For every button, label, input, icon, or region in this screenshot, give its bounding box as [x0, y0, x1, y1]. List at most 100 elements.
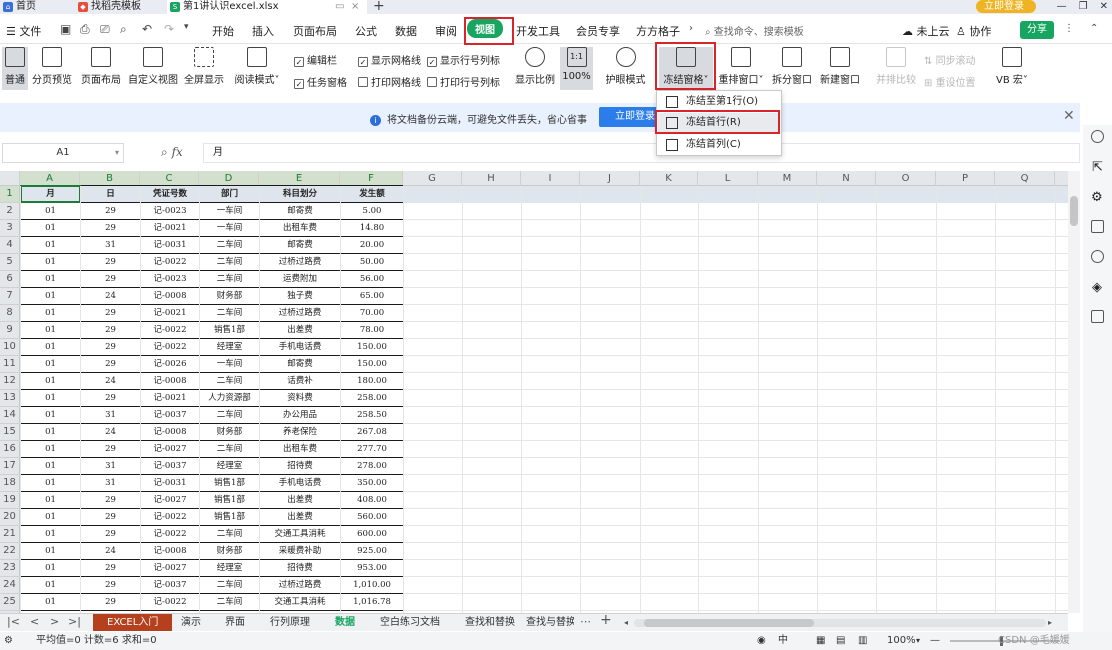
horizontal-scroll-thumb[interactable]: [644, 619, 814, 627]
menu-developer[interactable]: 开发工具: [516, 23, 560, 39]
row-header-7[interactable]: 7: [0, 288, 20, 305]
check-print-headers[interactable]: 打印行号列标: [427, 74, 500, 89]
table-cell[interactable]: 01: [21, 305, 80, 322]
rocket-icon[interactable]: [1091, 130, 1104, 143]
row-header-23[interactable]: 23: [0, 560, 20, 577]
table-cell[interactable]: 二车间: [200, 577, 259, 594]
page-layout-status-icon[interactable]: ▤: [836, 632, 845, 650]
zoom-search-icon[interactable]: ⌕: [161, 145, 168, 159]
table-cell[interactable]: 二车间: [200, 373, 259, 390]
table-cell[interactable]: 31: [81, 237, 140, 254]
table-cell[interactable]: 交通工具消耗: [260, 594, 340, 611]
header-cell[interactable]: 部门: [200, 186, 259, 203]
minimize-icon[interactable]: —: [1057, 1, 1067, 12]
table-cell[interactable]: 29: [81, 339, 140, 356]
column-header-M[interactable]: M: [758, 171, 817, 186]
normal-view-button[interactable]: 普通: [2, 47, 28, 90]
table-cell[interactable]: 二车间: [200, 271, 259, 288]
table-cell[interactable]: 01: [21, 543, 80, 560]
table-cell[interactable]: 过桥过路费: [260, 305, 340, 322]
table-cell[interactable]: 01: [21, 407, 80, 424]
freeze-to-row1-item[interactable]: 冻结至第1行(O): [658, 92, 780, 112]
table-cell[interactable]: 150.00: [341, 356, 403, 373]
table-cell[interactable]: 记-0037: [141, 458, 199, 475]
table-cell[interactable]: 01: [21, 526, 80, 543]
doc-tab-templates[interactable]: ◆ 找稻壳模板: [75, 0, 167, 14]
eye-protection-button[interactable]: 护眼模式: [603, 47, 648, 86]
page-layout-button[interactable]: 页面布局: [80, 47, 122, 86]
menu-insert[interactable]: 插入: [252, 23, 274, 39]
table-cell[interactable]: 01: [21, 577, 80, 594]
hscroll-left-icon[interactable]: ◂: [624, 618, 628, 627]
table-cell[interactable]: 01: [21, 220, 80, 237]
row-header-13[interactable]: 13: [0, 390, 20, 407]
table-cell[interactable]: 01: [21, 373, 80, 390]
table-cell[interactable]: 采暖费补助: [260, 543, 340, 560]
table-cell[interactable]: 29: [81, 254, 140, 271]
table-cell[interactable]: 408.00: [341, 492, 403, 509]
next-sheet-icon[interactable]: >: [50, 615, 59, 628]
page-break-preview-button[interactable]: 分页预览: [31, 47, 73, 86]
page-break-status-icon[interactable]: ▥: [858, 632, 867, 650]
table-cell[interactable]: 记-0026: [141, 356, 199, 373]
row-header-1[interactable]: 1: [0, 186, 20, 203]
menu-review[interactable]: 审阅: [435, 23, 457, 39]
sheet-tab-blank[interactable]: 空白练习文档: [380, 614, 440, 631]
zoom-level[interactable]: 100%: [887, 632, 916, 650]
table-cell[interactable]: 过桥过路费: [260, 254, 340, 271]
pin-icon[interactable]: ▭: [335, 0, 344, 14]
table-cell[interactable]: 手机电话费: [260, 339, 340, 356]
table-cell[interactable]: 记-0031: [141, 475, 199, 492]
menu-data[interactable]: 数据: [395, 23, 417, 39]
row-header-11[interactable]: 11: [0, 356, 20, 373]
table-cell[interactable]: 养老保险: [260, 424, 340, 441]
eye-mode-icon[interactable]: ◉: [757, 632, 766, 650]
table-cell[interactable]: 180.00: [341, 373, 403, 390]
column-header-A[interactable]: A: [20, 171, 80, 186]
vertical-scroll-thumb[interactable]: [1070, 196, 1078, 226]
column-header-E[interactable]: E: [259, 171, 340, 186]
table-cell[interactable]: 01: [21, 594, 80, 611]
table-cell[interactable]: 记-0027: [141, 441, 199, 458]
sheet-tab-find-replace-2[interactable]: 查找与替换: [526, 614, 574, 631]
new-tab-button[interactable]: +: [373, 0, 385, 14]
table-cell[interactable]: 278.00: [341, 458, 403, 475]
zoom-dropdown-icon[interactable]: ▾: [916, 632, 920, 650]
table-cell[interactable]: 记-0022: [141, 594, 199, 611]
table-cell[interactable]: 运费附加: [260, 271, 340, 288]
column-header-D[interactable]: D: [199, 171, 259, 186]
close-tab-icon[interactable]: ×: [351, 0, 359, 14]
close-window-icon[interactable]: ✕: [1100, 1, 1108, 12]
table-cell[interactable]: 交通工具消耗: [260, 526, 340, 543]
table-cell[interactable]: 记-0037: [141, 407, 199, 424]
vb-macro-button[interactable]: VB 宏˅: [992, 47, 1032, 86]
reading-mode-button[interactable]: 阅读模式˅: [232, 47, 282, 86]
table-cell[interactable]: 925.00: [341, 543, 403, 560]
table-cell[interactable]: 话费补: [260, 373, 340, 390]
row-header-4[interactable]: 4: [0, 237, 20, 254]
print-icon[interactable]: ⎚: [100, 22, 110, 37]
table-cell[interactable]: 01: [21, 322, 80, 339]
row-header-10[interactable]: 10: [0, 339, 20, 356]
table-cell[interactable]: 29: [81, 390, 140, 407]
table-cell[interactable]: 出差费: [260, 509, 340, 526]
table-cell[interactable]: 29: [81, 526, 140, 543]
quick-access-dropdown-icon[interactable]: ▾: [184, 22, 189, 32]
header-cell[interactable]: 发生额: [341, 186, 403, 203]
column-header-J[interactable]: J: [580, 171, 640, 186]
table-cell[interactable]: 财务部: [200, 288, 259, 305]
table-cell[interactable]: 29: [81, 271, 140, 288]
table-cell[interactable]: 招待费: [260, 458, 340, 475]
table-cell[interactable]: 记-0022: [141, 526, 199, 543]
last-sheet-icon[interactable]: >|: [68, 615, 81, 628]
row-header-24[interactable]: 24: [0, 577, 20, 594]
share-side-icon[interactable]: ◈: [1092, 280, 1105, 295]
sheet-tab-excel-intro[interactable]: EXCEL入门: [93, 614, 173, 631]
column-header-B[interactable]: B: [80, 171, 140, 186]
macro-record-icon[interactable]: ⚙: [4, 632, 13, 650]
table-cell[interactable]: 记-0008: [141, 424, 199, 441]
table-cell[interactable]: 销售1部: [200, 492, 259, 509]
add-sheet-icon[interactable]: +: [600, 612, 612, 628]
column-header-H[interactable]: H: [462, 171, 521, 186]
table-cell[interactable]: 记-0022: [141, 254, 199, 271]
